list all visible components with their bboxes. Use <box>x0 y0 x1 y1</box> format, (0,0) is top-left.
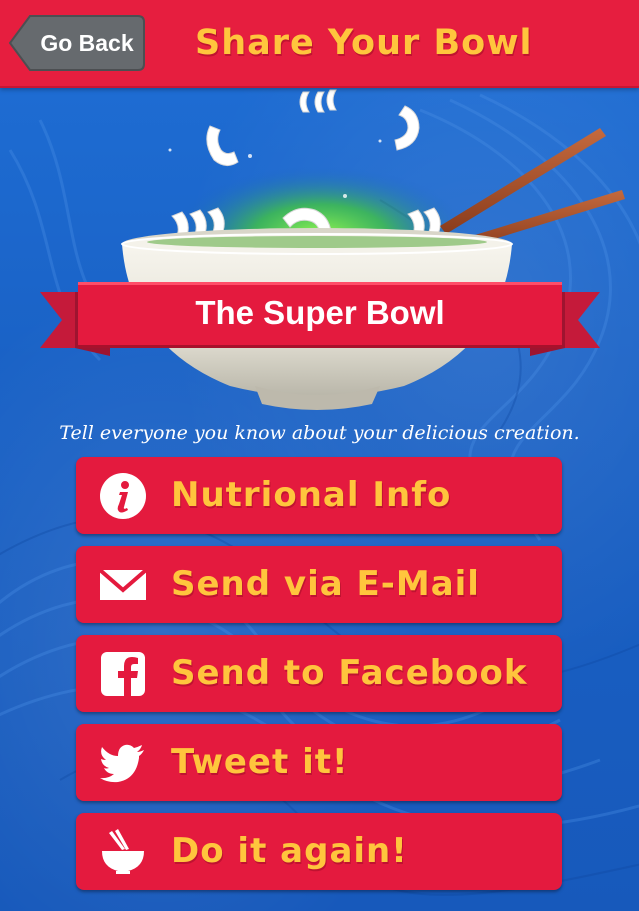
bowl-name-banner: The Super Bowl <box>195 294 445 331</box>
send-email-button[interactable]: Send via E-Mail <box>76 546 562 623</box>
bowl-illustration <box>0 86 639 416</box>
do-it-again-label: Do it again! <box>171 831 408 871</box>
mail-icon <box>98 560 148 610</box>
nutritional-info-label: Nutrional Info <box>171 475 452 515</box>
share-actions: Nutrional Info Send via E-Mail Send to F… <box>76 457 562 902</box>
share-tagline: Tell everyone you know about your delici… <box>59 422 580 444</box>
twitter-bird-icon <box>98 738 148 788</box>
bowl-chopsticks-icon <box>98 827 148 877</box>
send-email-label: Send via E-Mail <box>171 564 480 604</box>
tweet-button[interactable]: Tweet it! <box>76 724 562 801</box>
go-back-button[interactable]: Go Back <box>8 14 146 72</box>
facebook-icon <box>98 649 148 699</box>
info-icon <box>98 471 148 521</box>
go-back-label: Go Back <box>40 30 134 56</box>
nutritional-info-button[interactable]: Nutrional Info <box>76 457 562 534</box>
header-bar: Go Back Share Your Bowl <box>0 0 639 88</box>
do-it-again-button[interactable]: Do it again! <box>76 813 562 890</box>
send-facebook-button[interactable]: Send to Facebook <box>76 635 562 712</box>
tweet-label: Tweet it! <box>171 742 349 782</box>
send-facebook-label: Send to Facebook <box>171 653 528 693</box>
page-title: Share Your Bowl <box>195 23 533 63</box>
